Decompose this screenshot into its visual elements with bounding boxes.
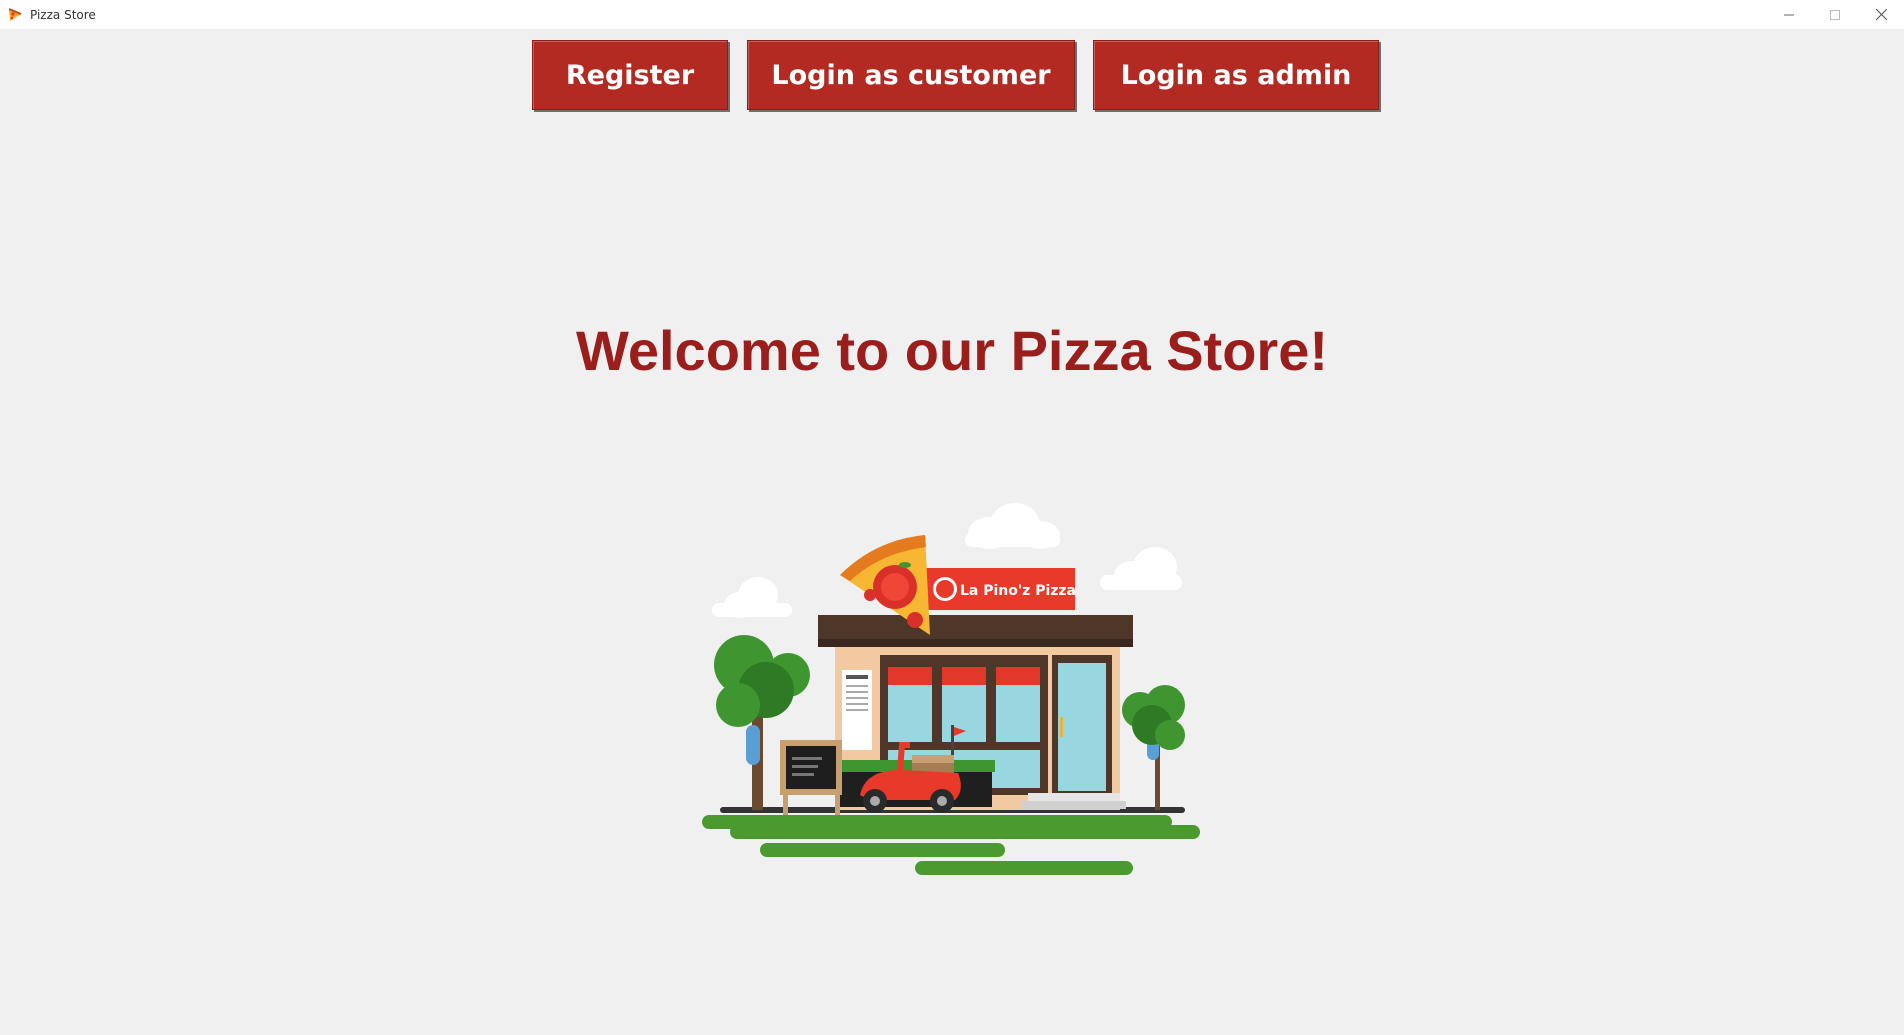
chalkboard-sign xyxy=(780,740,842,815)
close-button[interactable] xyxy=(1858,0,1904,29)
maximize-button[interactable] xyxy=(1812,0,1858,29)
minimize-button[interactable] xyxy=(1766,0,1812,29)
window-title: Pizza Store xyxy=(30,7,96,22)
cloud xyxy=(965,503,1060,549)
window-titlebar: Pizza Store xyxy=(0,0,1904,29)
grass xyxy=(702,815,1200,875)
pizza-slice-icon xyxy=(8,7,22,21)
store-sign: La Pino'z Pizza xyxy=(925,568,1076,610)
tree xyxy=(1122,685,1185,810)
login-customer-button[interactable]: Login as customer xyxy=(747,40,1075,110)
store-sign-text: La Pino'z Pizza xyxy=(960,583,1076,599)
minimize-icon xyxy=(1784,14,1794,15)
pizza-store-illustration: La Pino'z Pizza xyxy=(702,503,1200,875)
register-button[interactable]: Register xyxy=(532,40,728,110)
login-admin-button[interactable]: Login as admin xyxy=(1093,40,1379,110)
maximize-icon xyxy=(1830,9,1840,20)
window-controls xyxy=(1766,0,1904,29)
cloud xyxy=(1100,547,1182,590)
welcome-heading: Welcome to our Pizza Store! xyxy=(576,319,1328,382)
close-icon xyxy=(1875,9,1887,20)
pizza-shop-building xyxy=(818,615,1133,810)
cloud xyxy=(712,577,792,618)
